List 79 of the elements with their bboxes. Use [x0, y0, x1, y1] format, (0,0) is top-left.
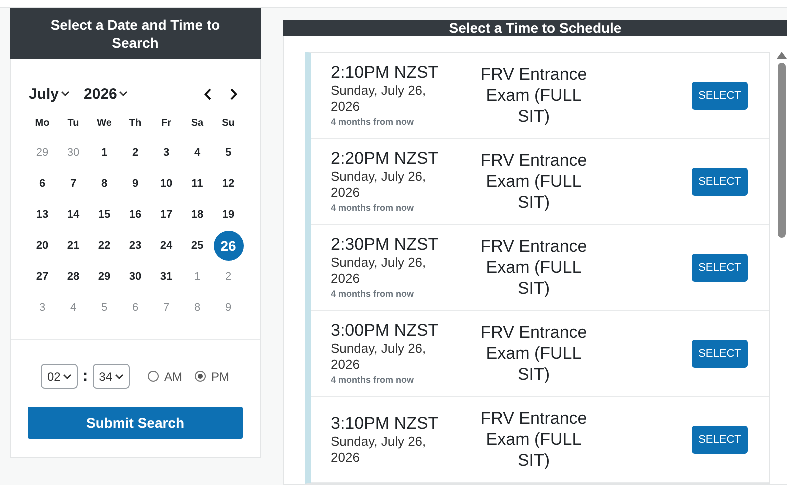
calendar-day[interactable]: 9 — [120, 168, 150, 198]
relative-time: 4 months from now — [331, 202, 415, 214]
weekday-label: Th — [128, 117, 143, 131]
slot-time: 3:00PM NZST — [331, 320, 440, 340]
time-separator: : — [82, 368, 88, 386]
select-button[interactable]: SELECT — [692, 426, 748, 454]
calendar-day[interactable]: 17 — [152, 200, 182, 230]
calendar-day[interactable]: 7 — [58, 168, 88, 198]
calendar-day[interactable]: 11 — [182, 168, 212, 198]
calendar-day[interactable]: 31 — [152, 262, 182, 292]
weekday-label: We — [96, 117, 113, 131]
chevron-down-icon — [61, 91, 70, 97]
calendar-day[interactable]: 23 — [120, 230, 150, 260]
calendar-day[interactable]: 28 — [58, 262, 88, 292]
scroll-up-icon[interactable] — [777, 52, 787, 59]
slot-time: 3:10PM NZST — [331, 414, 440, 434]
panel-title: Select a Date and Time to Search — [10, 8, 261, 59]
calendar-day[interactable]: 1 — [90, 138, 120, 168]
chevron-down-icon — [114, 374, 124, 380]
select-button[interactable]: SELECT — [692, 254, 748, 282]
slot-date: Sunday, July 26, 2026 — [331, 434, 428, 466]
chevron-left-icon — [204, 88, 212, 100]
slot-date: Sunday, July 26, 2026 — [331, 82, 428, 114]
calendar-day[interactable]: 16 — [120, 200, 150, 230]
calendar-day[interactable]: 6 — [28, 168, 58, 198]
calendar-day[interactable]: 13 — [28, 200, 58, 230]
slot-date: Sunday, July 26, 2026 — [331, 168, 428, 200]
select-button[interactable]: SELECT — [692, 82, 748, 110]
year-select[interactable]: 2026 — [84, 86, 128, 102]
event-name: FRV Entrance Exam (FULL SIT) — [480, 236, 588, 299]
chevron-down-icon — [62, 374, 72, 380]
calendar-day[interactable]: 5 — [214, 138, 244, 168]
calendar-day[interactable]: 8 — [90, 168, 120, 198]
weekday-label: Tu — [66, 117, 80, 131]
period-radio[interactable]: PM — [194, 370, 230, 384]
relative-time: 4 months from now — [331, 288, 415, 300]
slot-time: 2:20PM NZST — [331, 148, 440, 168]
submit-search-button[interactable]: Submit Search — [28, 407, 243, 439]
slot-date: Sunday, July 26, 2026 — [331, 340, 428, 372]
relative-time: 4 months from now — [331, 374, 415, 386]
calendar-day[interactable]: 19 — [214, 200, 244, 230]
calendar-day[interactable]: 10 — [152, 168, 182, 198]
calendar-day[interactable]: 20 — [28, 230, 58, 260]
event-name: FRV Entrance Exam (FULL SIT) — [480, 408, 588, 471]
slot-date: Sunday, July 26, 2026 — [331, 254, 428, 286]
calendar-day[interactable]: 2 — [120, 138, 150, 168]
calendar-day[interactable]: 14 — [58, 200, 88, 230]
calendar-day[interactable]: 3 — [152, 138, 182, 168]
calendar-day[interactable]: 24 — [152, 230, 182, 260]
event-name: FRV Entrance Exam (FULL SIT) — [480, 150, 588, 213]
chevron-down-icon — [119, 91, 128, 97]
weekday-label: Mo — [34, 117, 51, 131]
event-name: FRV Entrance Exam (FULL SIT) — [480, 322, 588, 385]
calendar-day[interactable]: 26 — [214, 230, 244, 260]
event-name: FRV Entrance Exam (FULL SIT) — [480, 64, 588, 127]
hour-select[interactable]: 02 — [41, 364, 78, 389]
weekday-label: Sa — [190, 117, 205, 131]
relative-time: 4 months from now — [331, 116, 415, 128]
weekday-label: Fr — [160, 117, 172, 131]
calendar-day[interactable]: 15 — [90, 200, 120, 230]
chevron-right-icon — [230, 88, 238, 100]
select-button[interactable]: SELECT — [692, 340, 748, 368]
slot-time: 2:30PM NZST — [331, 234, 440, 254]
calendar-day[interactable]: 29 — [90, 262, 120, 292]
month-select[interactable]: July — [29, 86, 70, 102]
calendar-day[interactable]: 22 — [90, 230, 120, 260]
panel-title: Select a Time to Schedule — [283, 20, 787, 36]
weekday-label: Su — [221, 117, 236, 131]
calendar-day[interactable]: 4 — [182, 138, 212, 168]
calendar-day[interactable]: 18 — [182, 200, 212, 230]
calendar-day[interactable]: 21 — [58, 230, 88, 260]
calendar-day[interactable]: 25 — [182, 230, 212, 260]
period-radio[interactable]: AM — [148, 370, 183, 384]
select-button[interactable]: SELECT — [692, 168, 748, 196]
minute-select[interactable]: 34 — [93, 364, 130, 389]
calendar-day[interactable]: 30 — [120, 262, 150, 292]
calendar-day[interactable]: 12 — [214, 168, 244, 198]
calendar-day[interactable]: 27 — [28, 262, 58, 292]
slot-time: 2:10PM NZST — [331, 62, 440, 82]
